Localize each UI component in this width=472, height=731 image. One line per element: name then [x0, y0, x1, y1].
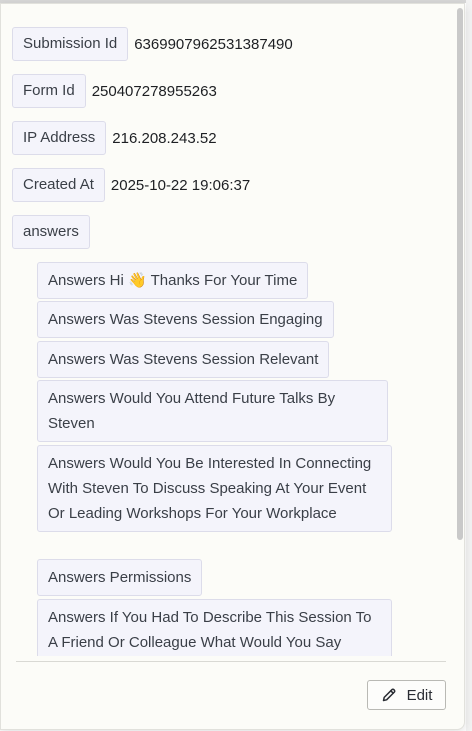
field-row-created-at: Created At 2025-10-22 19:06:37 — [12, 168, 250, 202]
answer-key-chip: Answers Permissions — [37, 559, 203, 596]
edit-button[interactable]: Edit — [367, 680, 446, 710]
field-key-chip: Created At — [12, 168, 105, 202]
answer-key-chip: Answers Was Stevens Session Engaging — [37, 301, 334, 338]
field-value: 250407278955263 — [91, 82, 217, 100]
field-value: 6369907962531387490 — [134, 35, 293, 53]
field-value: 216.208.243.52 — [112, 129, 217, 147]
scrollbar-thumb[interactable] — [457, 8, 463, 540]
submission-details-popover: Submission Id 6369907962531387490 Form I… — [0, 3, 465, 730]
background-right-edge — [466, 0, 472, 731]
field-value: 2025-10-22 19:06:37 — [110, 176, 251, 194]
footer-divider — [16, 661, 446, 662]
answer-key-chip: Answers Hi 👋 Thanks For Your Time — [37, 262, 309, 299]
field-key-chip: Form Id — [12, 74, 86, 108]
answer-key-chip: Answers Was Stevens Session Relevant — [37, 341, 330, 378]
field-key-chip: IP Address — [12, 121, 107, 155]
field-row-submission-id: Submission Id 6369907962531387490 — [12, 27, 293, 61]
answer-key-chip: Answers Would You Attend Future Talks By… — [37, 380, 388, 442]
edit-button-label: Edit — [406, 686, 433, 704]
field-row-form-id: Form Id 250407278955263 — [12, 74, 217, 108]
pencil-icon — [381, 687, 397, 703]
field-row-ip-address: IP Address 216.208.243.52 — [12, 121, 217, 155]
answer-key-chip: Answers If You Had To Describe This Sess… — [37, 599, 392, 656]
field-row-answers: answers — [12, 215, 90, 249]
field-key-chip: Submission Id — [12, 27, 129, 61]
answers-key-chip: answers — [12, 215, 90, 249]
answer-key-chip: Answers Would You Be Interested In Conne… — [37, 445, 392, 532]
details-scroll-area[interactable]: Submission Id 6369907962531387490 Form I… — [1, 4, 464, 656]
